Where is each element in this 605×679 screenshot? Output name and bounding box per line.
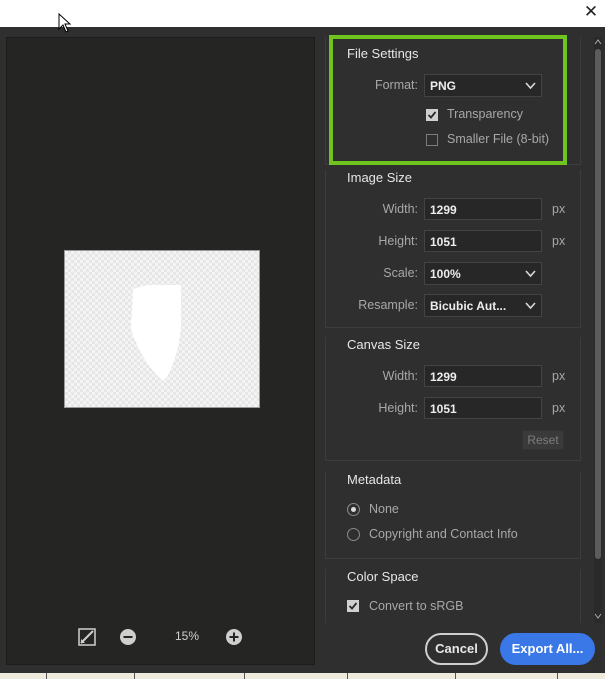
toggle-preview-icon[interactable] bbox=[77, 627, 97, 647]
image-height-input[interactable]: 1051 bbox=[424, 230, 542, 252]
unit-label: px bbox=[552, 234, 566, 248]
taskbar-divider bbox=[455, 673, 456, 679]
close-icon[interactable]: ✕ bbox=[581, 2, 601, 22]
section-title: Metadata bbox=[347, 472, 402, 487]
metadata-none-label: None bbox=[369, 502, 399, 516]
metadata-none-radio[interactable] bbox=[347, 503, 360, 516]
canvas-width-label: Width: bbox=[382, 369, 418, 383]
scroll-up-icon[interactable] bbox=[594, 39, 602, 45]
image-height-label: Height: bbox=[378, 234, 418, 248]
unit-label: px bbox=[552, 369, 566, 383]
canvas-size-section: Canvas Size Width: 1299 px Height: 1051 … bbox=[325, 337, 581, 461]
image-size-section: Image Size Width: 1299 px Height: 1051 p… bbox=[325, 170, 581, 328]
cancel-button[interactable]: Cancel bbox=[425, 633, 488, 665]
canvas-height-label: Height: bbox=[378, 401, 418, 415]
highlight-box bbox=[329, 35, 567, 165]
canvas-height-input[interactable]: 1051 bbox=[424, 397, 542, 419]
taskbar-divider bbox=[46, 673, 47, 679]
taskbar-divider bbox=[557, 673, 558, 679]
image-width-input[interactable]: 1299 bbox=[424, 198, 542, 220]
mouse-cursor-icon bbox=[58, 13, 72, 33]
resample-select[interactable]: Bicubic Aut... bbox=[424, 294, 542, 317]
resample-label: Resample: bbox=[358, 298, 418, 312]
taskbar-divider bbox=[244, 673, 245, 679]
preview-shape bbox=[131, 285, 181, 381]
title-bar bbox=[0, 0, 605, 27]
settings-scrollbar[interactable] bbox=[594, 37, 602, 623]
chevron-down-icon bbox=[525, 270, 536, 278]
taskbar-strip bbox=[0, 673, 605, 679]
image-width-label: Width: bbox=[382, 202, 418, 216]
section-title: Canvas Size bbox=[347, 337, 420, 352]
canvas-width-input[interactable]: 1299 bbox=[424, 365, 542, 387]
scroll-thumb[interactable] bbox=[595, 49, 601, 559]
image-preview-pane: 15% bbox=[6, 37, 315, 665]
scale-label: Scale: bbox=[383, 266, 418, 280]
section-title: Image Size bbox=[347, 170, 413, 185]
unit-label: px bbox=[552, 202, 566, 216]
zoom-in-icon[interactable] bbox=[224, 627, 244, 647]
resample-value: Bicubic Aut... bbox=[430, 299, 507, 313]
taskbar-divider bbox=[347, 673, 348, 679]
section-title: Color Space bbox=[347, 569, 419, 584]
metadata-copyright-radio[interactable] bbox=[347, 528, 360, 541]
export-all-button[interactable]: Export All... bbox=[500, 633, 595, 665]
color-space-section: Color Space Convert to sRGB bbox=[325, 569, 581, 623]
taskbar-divider bbox=[134, 673, 135, 679]
convert-srgb-label: Convert to sRGB bbox=[369, 599, 464, 613]
metadata-copyright-label: Copyright and Contact Info bbox=[369, 527, 518, 541]
metadata-section: Metadata None Copyright and Contact Info bbox=[325, 472, 581, 559]
scale-select[interactable]: 100% bbox=[424, 262, 542, 285]
scale-value: 100% bbox=[430, 267, 461, 281]
unit-label: px bbox=[552, 401, 566, 415]
zoom-level: 15% bbox=[174, 629, 200, 643]
zoom-out-icon[interactable] bbox=[118, 627, 138, 647]
preview-canvas bbox=[64, 250, 260, 408]
chevron-down-icon bbox=[525, 302, 536, 310]
convert-srgb-checkbox[interactable] bbox=[347, 600, 359, 612]
scroll-down-icon[interactable] bbox=[594, 613, 602, 619]
zoom-toolbar: 15% bbox=[77, 623, 257, 651]
reset-button[interactable]: Reset bbox=[522, 430, 564, 450]
